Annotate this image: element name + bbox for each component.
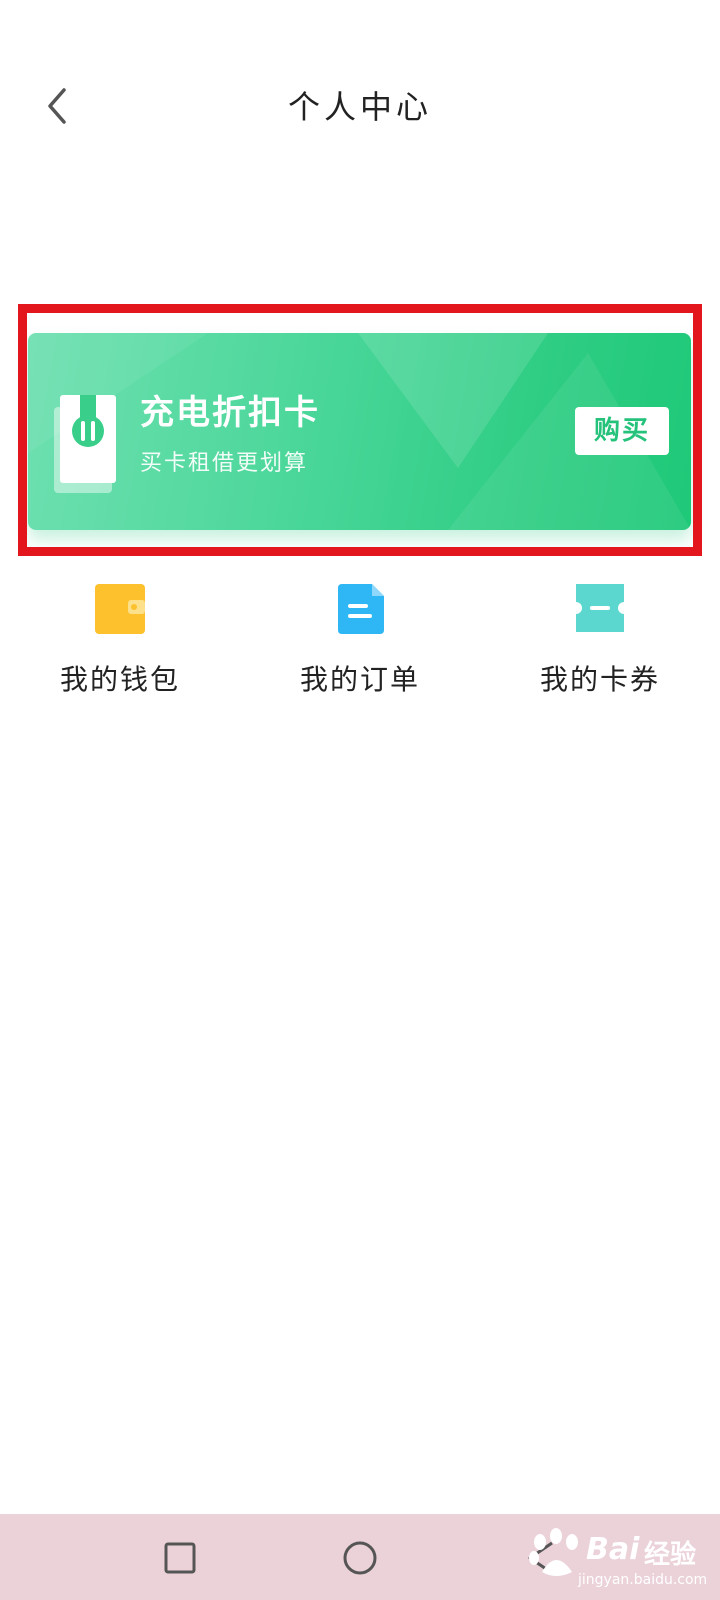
my-coupons-entry[interactable]: 我的卡券 <box>480 570 720 700</box>
watermark-brand: Bai <box>586 1532 640 1567</box>
my-wallet-label: 我的钱包 <box>59 663 180 696</box>
system-nav-bar: Bai 经验 jingyan.baidu.com <box>0 1514 720 1600</box>
watermark-url: jingyan.baidu.com <box>578 1572 708 1588</box>
my-coupons-label: 我的卡券 <box>539 663 660 696</box>
highlight-frame <box>18 304 702 556</box>
wallet-icon <box>95 584 145 634</box>
screen: 个人中心 充电折扣卡 买卡租借更划算 购买 我的钱包 我的订单 我的卡券 Bai… <box>0 0 720 1600</box>
my-orders-label: 我的订单 <box>299 663 420 696</box>
header: 个人中心 <box>0 60 720 150</box>
baidu-watermark: Bai 经验 jingyan.baidu.com <box>526 1522 708 1592</box>
ticket-icon <box>576 584 624 632</box>
recent-apps-button[interactable] <box>156 1534 204 1582</box>
document-icon <box>338 584 384 634</box>
home-icon <box>343 1541 377 1575</box>
page-title: 个人中心 <box>287 88 432 126</box>
home-button[interactable] <box>336 1534 384 1582</box>
paw-logo-icon <box>529 1528 578 1576</box>
my-orders-entry[interactable]: 我的订单 <box>240 570 480 700</box>
quick-entries: 我的钱包 我的订单 我的卡券 <box>0 570 720 700</box>
recent-apps-icon <box>164 1542 196 1574</box>
my-wallet-entry[interactable]: 我的钱包 <box>0 570 240 700</box>
watermark-brand-cn: 经验 <box>644 1540 697 1570</box>
